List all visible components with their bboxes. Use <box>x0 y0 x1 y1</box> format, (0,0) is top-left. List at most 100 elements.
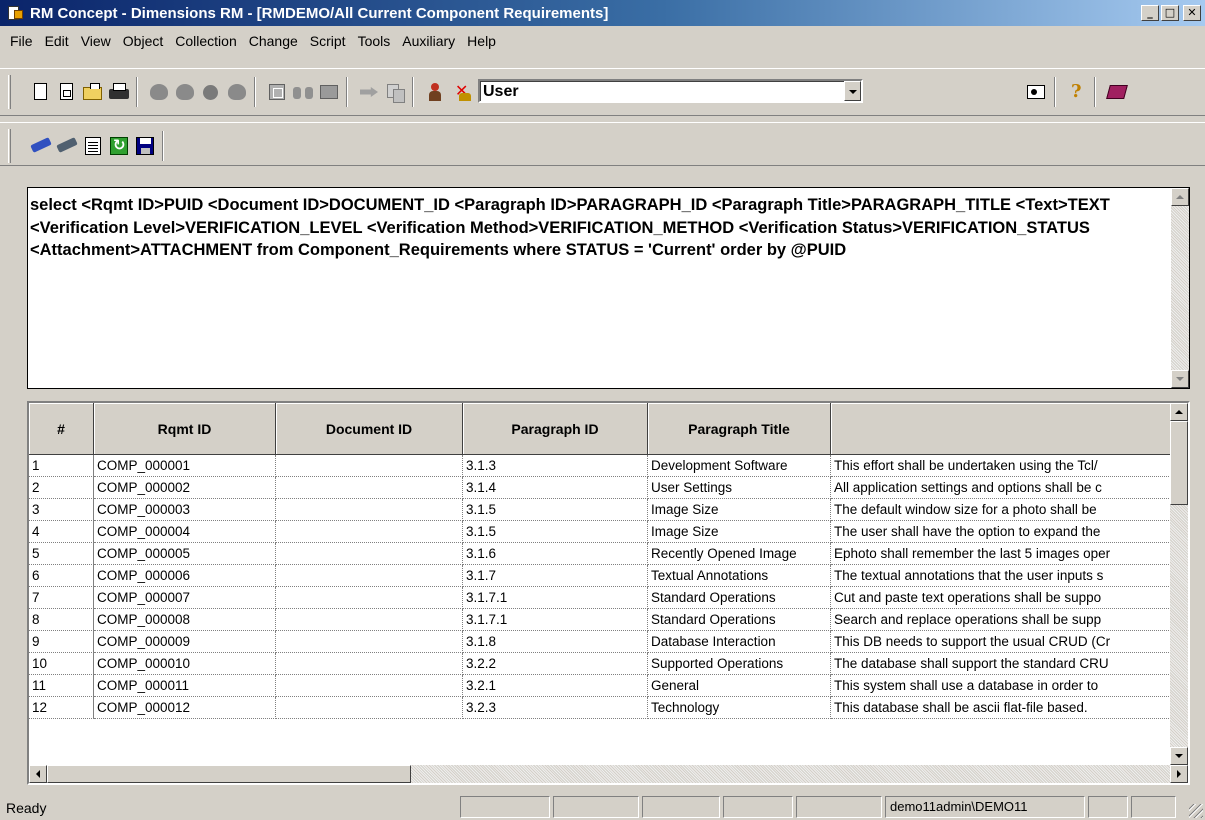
rqmt-id-cell[interactable]: COMP_000002 <box>94 477 276 499</box>
rqmt-id-cell[interactable]: COMP_000003 <box>94 499 276 521</box>
table-row[interactable]: 6 COMP_000006 3.1.7 Textual Annotations The … <box>29 565 1170 587</box>
remove-user-icon[interactable] <box>452 81 474 103</box>
refresh-icon[interactable] <box>108 135 130 157</box>
text-cell[interactable]: The default window size for a photo shal… <box>831 499 1170 521</box>
row-number-cell[interactable]: 7 <box>29 587 94 609</box>
column-header-number[interactable]: # <box>29 403 94 455</box>
text-cell[interactable]: This system shall use a database in orde… <box>831 675 1170 697</box>
menu-tools[interactable]: Tools <box>352 33 397 49</box>
grid-vertical-scrollbar[interactable] <box>1170 403 1188 765</box>
document-id-cell[interactable] <box>276 609 463 631</box>
menu-change[interactable]: Change <box>243 33 304 49</box>
document-id-cell[interactable] <box>276 455 463 477</box>
text-cell[interactable]: The database shall support the standard … <box>831 653 1170 675</box>
report-icon[interactable] <box>82 135 104 157</box>
new-document-icon[interactable] <box>30 81 52 103</box>
paragraph-id-cell[interactable]: 3.2.2 <box>463 653 648 675</box>
column-header-text[interactable] <box>831 403 1170 455</box>
table-row[interactable]: 4 COMP_000004 3.1.5 Image Size The user shal… <box>29 521 1170 543</box>
text-cell[interactable]: This effort shall be undertaken using th… <box>831 455 1170 477</box>
paragraph-id-cell[interactable]: 3.1.6 <box>463 543 648 565</box>
toolbar-grip[interactable] <box>8 129 11 163</box>
document-id-cell[interactable] <box>276 697 463 719</box>
menu-auxiliary[interactable]: Auxiliary <box>396 33 461 49</box>
document-id-cell[interactable] <box>276 477 463 499</box>
paragraph-id-cell[interactable]: 3.1.7 <box>463 565 648 587</box>
menu-view[interactable]: View <box>75 33 117 49</box>
print-icon[interactable] <box>108 81 130 103</box>
book-icon[interactable] <box>1106 81 1128 103</box>
column-header-paragraph-id[interactable]: Paragraph ID <box>463 403 648 455</box>
login-icon[interactable] <box>1025 81 1047 103</box>
paragraph-title-cell[interactable]: User Settings <box>648 477 831 499</box>
horizontal-scroll-thumb[interactable] <box>47 765 411 783</box>
paragraph-id-cell[interactable]: 3.1.5 <box>463 521 648 543</box>
text-cell[interactable]: This database shall be ascii flat-file b… <box>831 697 1170 719</box>
document-id-cell[interactable] <box>276 653 463 675</box>
rqmt-id-cell[interactable]: COMP_000012 <box>94 697 276 719</box>
object-gray-icon[interactable] <box>226 81 248 103</box>
document-id-cell[interactable] <box>276 565 463 587</box>
row-number-cell[interactable]: 11 <box>29 675 94 697</box>
paragraph-title-cell[interactable]: Standard Operations <box>648 609 831 631</box>
edit-pencil-icon[interactable] <box>56 135 78 157</box>
grid-icon[interactable] <box>266 81 288 103</box>
column-header-rqmt-id[interactable]: Rqmt ID <box>94 403 276 455</box>
rqmt-id-cell[interactable]: COMP_000001 <box>94 455 276 477</box>
menu-collection[interactable]: Collection <box>169 33 242 49</box>
row-number-cell[interactable]: 2 <box>29 477 94 499</box>
menu-object[interactable]: Object <box>117 33 169 49</box>
document-id-cell[interactable] <box>276 675 463 697</box>
text-cell[interactable]: The user shall have the option to expand… <box>831 521 1170 543</box>
row-number-cell[interactable]: 9 <box>29 631 94 653</box>
rqmt-id-cell[interactable]: COMP_000004 <box>94 521 276 543</box>
document-id-cell[interactable] <box>276 543 463 565</box>
paragraph-title-cell[interactable]: Image Size <box>648 499 831 521</box>
rqmt-id-cell[interactable]: COMP_000010 <box>94 653 276 675</box>
row-number-cell[interactable]: 1 <box>29 455 94 477</box>
text-cell[interactable]: Cut and paste text operations shall be s… <box>831 587 1170 609</box>
paragraph-title-cell[interactable]: Technology <box>648 697 831 719</box>
table-row[interactable]: 5 COMP_000005 3.1.6 Recently Opened Image Ep… <box>29 543 1170 565</box>
row-number-cell[interactable]: 10 <box>29 653 94 675</box>
document-id-cell[interactable] <box>276 521 463 543</box>
toolbar-grip[interactable] <box>8 75 11 109</box>
table-row[interactable]: 2 COMP_000002 3.1.4 User Settings All applic… <box>29 477 1170 499</box>
binoculars-icon[interactable] <box>292 81 314 103</box>
scroll-left-icon[interactable] <box>29 765 47 783</box>
column-header-paragraph-title[interactable]: Paragraph Title <box>648 403 831 455</box>
text-cell[interactable]: Ephoto shall remember the last 5 images … <box>831 543 1170 565</box>
scroll-down-icon[interactable] <box>1171 370 1189 388</box>
object-gray-icon[interactable] <box>200 81 222 103</box>
table-icon[interactable] <box>318 81 340 103</box>
query-scrollbar[interactable] <box>1171 188 1189 388</box>
paragraph-id-cell[interactable]: 3.2.1 <box>463 675 648 697</box>
paragraph-id-cell[interactable]: 3.1.7.1 <box>463 587 648 609</box>
document-id-cell[interactable] <box>276 587 463 609</box>
edit-pencil-icon[interactable] <box>30 135 52 157</box>
table-row[interactable]: 7 COMP_000007 3.1.7.1 Standard Operations Cu… <box>29 587 1170 609</box>
query-text[interactable]: select <Rqmt ID>PUID <Document ID>DOCUME… <box>30 194 1168 262</box>
paragraph-id-cell[interactable]: 3.2.3 <box>463 697 648 719</box>
query-editor[interactable]: select <Rqmt ID>PUID <Document ID>DOCUME… <box>27 187 1190 389</box>
row-number-cell[interactable]: 12 <box>29 697 94 719</box>
text-cell[interactable]: The textual annotations that the user in… <box>831 565 1170 587</box>
resize-grip-icon[interactable] <box>1189 804 1203 818</box>
rqmt-id-cell[interactable]: COMP_000006 <box>94 565 276 587</box>
paragraph-id-cell[interactable]: 3.1.7.1 <box>463 609 648 631</box>
scroll-down-icon[interactable] <box>1170 747 1188 765</box>
paragraph-id-cell[interactable]: 3.1.3 <box>463 455 648 477</box>
close-button[interactable]: ✕ <box>1183 5 1201 21</box>
save-icon[interactable] <box>134 135 156 157</box>
scroll-right-icon[interactable] <box>1170 765 1188 783</box>
text-cell[interactable]: All application settings and options sha… <box>831 477 1170 499</box>
menu-script[interactable]: Script <box>304 33 352 49</box>
table-row[interactable]: 3 COMP_000003 3.1.5 Image Size The default w… <box>29 499 1170 521</box>
table-row[interactable]: 10 COMP_000010 3.2.2 Supported Operations Th… <box>29 653 1170 675</box>
row-number-cell[interactable]: 6 <box>29 565 94 587</box>
paragraph-title-cell[interactable]: Image Size <box>648 521 831 543</box>
table-row[interactable]: 8 COMP_000008 3.1.7.1 Standard Operations Se… <box>29 609 1170 631</box>
row-number-cell[interactable]: 4 <box>29 521 94 543</box>
paragraph-id-cell[interactable]: 3.1.4 <box>463 477 648 499</box>
help-icon[interactable]: ? <box>1066 81 1088 103</box>
